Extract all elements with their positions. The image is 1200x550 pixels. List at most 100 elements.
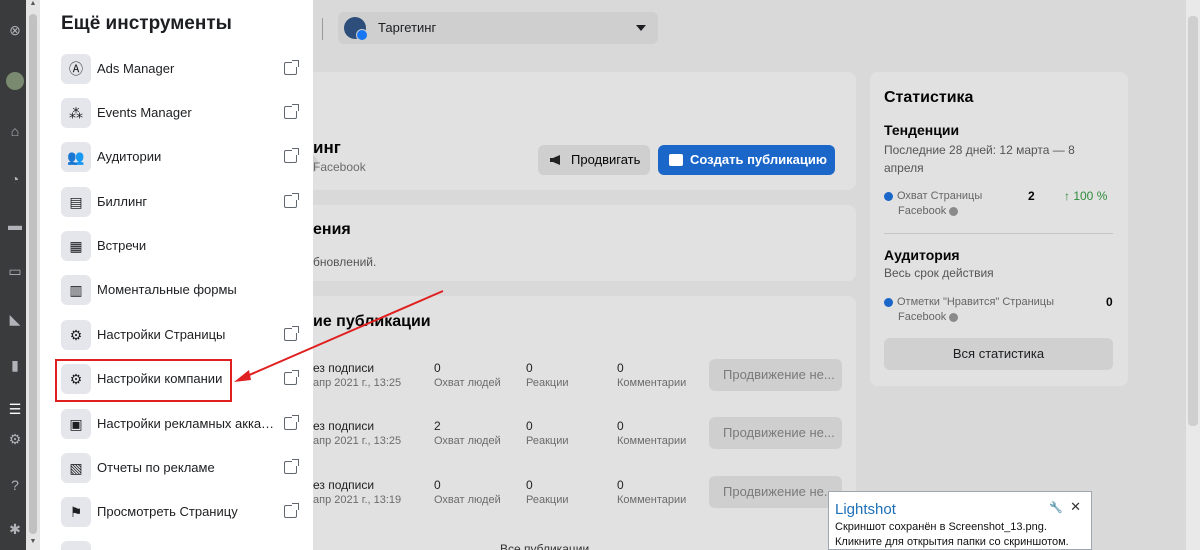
divider: [322, 18, 323, 40]
ads-manager-icon: Ⓐ: [61, 54, 91, 84]
drawer-item[interactable]: ⁂ Events Manager: [61, 98, 309, 132]
comments-label: Комментарии: [617, 435, 687, 447]
icon-glyph: ▤: [69, 194, 83, 210]
page-reach-metric: Охват Страницы Facebook: [884, 189, 982, 219]
drawer-item[interactable]: Ⓐ Ads Manager: [61, 54, 309, 88]
recent-posts-title: ие публикации: [313, 313, 431, 330]
drawer-item[interactable]: ⚙ Настройки Страницы: [61, 320, 309, 354]
page-avatar: [344, 17, 368, 41]
scroll-up-arrow-icon[interactable]: ▲: [26, 0, 40, 12]
boost-post-button[interactable]: Продвижение не...: [709, 417, 842, 449]
menu-icon[interactable]: ☰: [6, 400, 24, 418]
info-icon[interactable]: [949, 312, 959, 322]
icon-glyph: ⚑: [69, 504, 83, 520]
icon-glyph: ▦: [69, 238, 83, 254]
bug-icon[interactable]: ✱: [6, 520, 24, 538]
comments-value: 0: [617, 478, 624, 492]
more-tools-drawer: Ещё инструменты Ⓐ Ads Manager ⁂ Events Mana…: [40, 0, 313, 550]
settings-icon[interactable]: ⚙: [6, 430, 24, 448]
scroll-down-arrow-icon[interactable]: ▼: [26, 538, 40, 550]
home-icon[interactable]: ⌂: [6, 122, 24, 140]
post-date: апр 2021 г., 13:19: [313, 494, 402, 506]
drawer-item-label: Events Manager: [97, 105, 192, 120]
scroll-thumb[interactable]: [29, 14, 37, 534]
reactions-label: Реакции: [526, 494, 569, 506]
all-posts-link[interactable]: Все публикации: [500, 542, 589, 550]
trends-period: Последние 28 дней: 12 марта — 8 апреля: [884, 143, 1075, 175]
megaphone-icon: [550, 155, 560, 165]
page-selector[interactable]: Таргетинг: [338, 12, 658, 44]
drawer-item-label: Настройки Страницы: [97, 327, 226, 342]
reactions-value: 0: [526, 419, 533, 433]
drawer-item-label: Встречи: [97, 238, 147, 253]
create-post-button[interactable]: Создать публикацию: [658, 145, 835, 175]
drawer-item[interactable]: ▦ Встречи: [61, 231, 309, 265]
metric-sublabel: Facebook: [898, 311, 947, 323]
drawer-item[interactable]: ▤ Биллинг: [61, 187, 309, 221]
post-title: ез подписи: [313, 478, 375, 492]
reach-label: Охват людей: [434, 435, 501, 447]
metric-label: Отметки "Нравится" Страницы: [897, 296, 1055, 308]
help-icon[interactable]: ?: [6, 476, 24, 494]
info-icon[interactable]: [949, 206, 959, 216]
audiences-icon: 👥: [61, 142, 91, 172]
comment-icon[interactable]: ▬: [6, 216, 24, 234]
drawer-item[interactable]: ▥ Моментальные формы: [61, 275, 309, 309]
avatar[interactable]: [6, 72, 24, 90]
all-statistics-button[interactable]: Вся статистика: [884, 338, 1113, 370]
icon-glyph: ▣: [69, 416, 83, 432]
promote-label: Продвигать: [571, 152, 641, 167]
bar-chart-icon[interactable]: ▮: [6, 356, 24, 374]
audience-period: Весь срок действия: [884, 266, 994, 280]
drawer-item[interactable]: 👥 Аудитории: [61, 142, 309, 176]
boost-post-button[interactable]: Продвижение не...: [709, 476, 842, 508]
drawer-item-label: Настройки рекламных аккаунтов: [97, 416, 275, 431]
close-icon[interactable]: ✕: [1070, 499, 1081, 515]
chevron-down-icon: [636, 25, 646, 31]
external-link-icon: [284, 104, 299, 119]
icon-glyph: ⁂: [69, 105, 83, 121]
drawer-item[interactable]: ▣ Настройки рекламных аккаунтов: [61, 409, 309, 443]
reach-value: 0: [434, 478, 441, 492]
notifications-title: ения: [313, 221, 351, 238]
reactions-value: 0: [526, 361, 533, 375]
scroll-thumb[interactable]: [1188, 16, 1198, 426]
drawer-item[interactable]: ⚑ Просмотреть Страницу: [61, 497, 309, 531]
megaphone-icon[interactable]: ◣: [6, 310, 24, 328]
external-link-icon: [284, 503, 299, 518]
divider: [884, 233, 1113, 234]
promote-button[interactable]: Продвигать: [538, 145, 650, 175]
meta-logo-icon[interactable]: ⊗: [6, 21, 24, 39]
icon-glyph: Ⓐ: [69, 61, 83, 77]
post-date: апр 2021 г., 13:25: [313, 435, 402, 447]
main-content-dimmed: Таргетинг инг Facebook ения бновлений. и…: [303, 0, 1200, 550]
external-link-icon: [284, 459, 299, 474]
form-icon: ▥: [61, 275, 91, 305]
metric-sublabel: Facebook: [898, 205, 947, 217]
page-name: инг: [313, 138, 341, 157]
icon-glyph: ⚙: [69, 327, 83, 343]
facebook-icon: [884, 191, 893, 201]
post-title: ез подписи: [313, 419, 375, 433]
pin-icon[interactable]: 🔧: [1049, 501, 1063, 514]
facebook-icon: [884, 297, 893, 307]
reach-value: 2: [1028, 189, 1035, 203]
drawer-item-partial[interactable]: [61, 541, 309, 550]
reactions-value: 0: [526, 478, 533, 492]
calendar-icon: ▦: [61, 231, 91, 261]
page-scrollbar[interactable]: [1186, 0, 1200, 550]
audience-title: Аудитория: [884, 247, 960, 263]
drawer-item-label: Биллинг: [97, 194, 148, 209]
comments-label: Комментарии: [617, 377, 687, 389]
drawer-item-label: Ads Manager: [97, 61, 175, 76]
page-category: Facebook: [313, 160, 366, 174]
monitor-icon[interactable]: ▭: [6, 262, 24, 280]
boost-post-label: Продвижение не...: [723, 425, 835, 440]
reach-label: Охват людей: [434, 377, 501, 389]
drawer-scrollbar[interactable]: ▲ ▼: [26, 0, 40, 550]
messenger-icon[interactable]: ◔: [6, 170, 24, 188]
lightshot-notification[interactable]: Lightshot 🔧 ✕ Скриншот сохранён в Screen…: [828, 491, 1092, 550]
boost-post-button[interactable]: Продвижение не...: [709, 359, 842, 391]
comments-value: 0: [617, 419, 624, 433]
drawer-item[interactable]: ▧ Отчеты по рекламе: [61, 453, 309, 487]
